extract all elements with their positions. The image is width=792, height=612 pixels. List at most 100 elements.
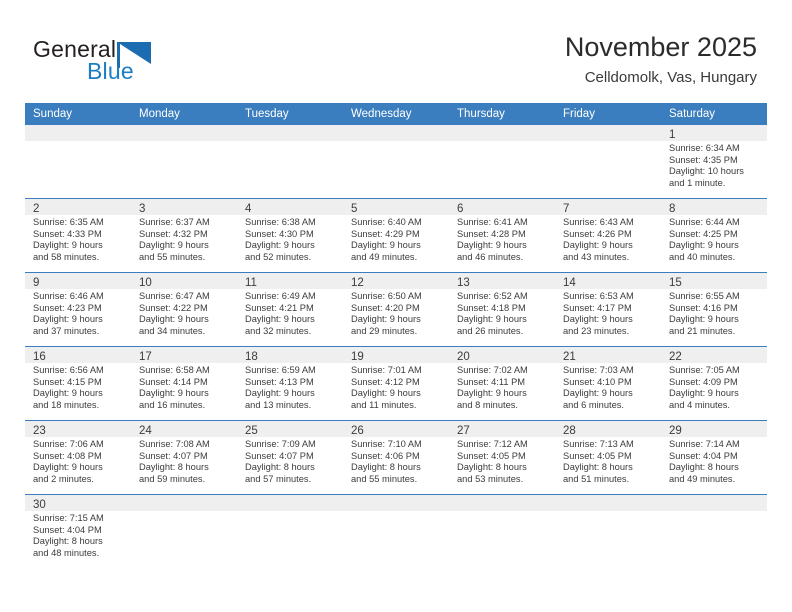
calendar-week-row: 1 Sunrise: 6:34 AM Sunset: 4:35 PM Daylight… xyxy=(25,125,767,199)
daylight-duration-text-line2: and 49 minutes. xyxy=(669,473,736,484)
sunrise-time-text: Sunrise: 6:49 AM xyxy=(245,291,316,301)
sunset-time-text: Sunset: 4:33 PM xyxy=(33,228,102,239)
calendar-day-cell[interactable]: 10 Sunrise: 6:47 AM Sunset: 4:22 PM Dayligh… xyxy=(131,272,237,347)
calendar-day-cell[interactable]: 2 Sunrise: 6:35 AM Sunset: 4:33 PM Daylight… xyxy=(25,198,131,273)
daylight-duration-text-line2: and 53 minutes. xyxy=(457,473,524,484)
sunrise-time-text: Sunrise: 6:34 AM xyxy=(669,143,740,153)
sunrise-time-text: Sunrise: 6:56 AM xyxy=(33,365,104,375)
calendar-day-cell[interactable]: 17 Sunrise: 6:58 AM Sunset: 4:14 PM Dayligh… xyxy=(131,346,237,421)
daylight-duration-text-line1: Daylight: 9 hours xyxy=(33,462,103,473)
day-number-band xyxy=(25,125,131,141)
calendar-day-cell[interactable]: 8 Sunrise: 6:44 AM Sunset: 4:25 PM Daylight… xyxy=(661,198,767,273)
sunrise-time-text: Sunrise: 7:03 AM xyxy=(563,365,634,375)
title-block: November 2025 Celldomolk, Vas, Hungary xyxy=(565,30,757,89)
day-cell-inner: 17 Sunrise: 6:58 AM Sunset: 4:14 PM Dayligh… xyxy=(131,347,237,420)
day-cell-inner: 13 Sunrise: 6:52 AM Sunset: 4:18 PM Dayligh… xyxy=(449,273,555,346)
calendar-day-cell[interactable]: 15 Sunrise: 6:55 AM Sunset: 4:16 PM Dayligh… xyxy=(661,272,767,347)
day-number-band xyxy=(131,495,237,511)
calendar-day-cell[interactable]: 5 Sunrise: 6:40 AM Sunset: 4:29 PM Daylight… xyxy=(343,198,449,273)
day-details: Sunrise: 6:58 AM Sunset: 4:14 PM Daylight:… xyxy=(131,363,237,411)
day-number: 17 xyxy=(139,351,152,363)
sunrise-time-text: Sunrise: 6:44 AM xyxy=(669,217,740,227)
day-number-band xyxy=(555,495,661,511)
sunset-time-text: Sunset: 4:04 PM xyxy=(33,524,102,535)
sunset-time-text: Sunset: 4:32 PM xyxy=(139,228,208,239)
sunrise-time-text: Sunrise: 6:40 AM xyxy=(351,217,422,227)
day-number-band: 22 xyxy=(661,347,767,363)
daylight-duration-text-line1: Daylight: 9 hours xyxy=(457,388,527,399)
calendar-day-cell[interactable]: 9 Sunrise: 6:46 AM Sunset: 4:23 PM Daylight… xyxy=(25,272,131,347)
calendar-day-cell[interactable]: 30 Sunrise: 7:15 AM Sunset: 4:04 PM Dayligh… xyxy=(25,494,131,568)
calendar-day-cell[interactable]: 4 Sunrise: 6:38 AM Sunset: 4:30 PM Daylight… xyxy=(237,198,343,273)
day-cell-inner: 5 Sunrise: 6:40 AM Sunset: 4:29 PM Daylight… xyxy=(343,199,449,272)
general-blue-logo[interactable]: General Blue xyxy=(33,36,263,92)
daylight-duration-text-line2: and 34 minutes. xyxy=(139,325,206,336)
sunrise-time-text: Sunrise: 7:09 AM xyxy=(245,439,316,449)
weekday-header-sunday: Sunday xyxy=(25,103,131,125)
day-details: Sunrise: 6:38 AM Sunset: 4:30 PM Daylight:… xyxy=(237,215,343,263)
day-number-band: 30 xyxy=(25,495,131,511)
sunrise-time-text: Sunrise: 6:58 AM xyxy=(139,365,210,375)
calendar-day-cell[interactable]: 20 Sunrise: 7:02 AM Sunset: 4:11 PM Dayligh… xyxy=(449,346,555,421)
calendar-day-cell[interactable]: 28 Sunrise: 7:13 AM Sunset: 4:05 PM Dayligh… xyxy=(555,420,661,495)
day-number-band: 1 xyxy=(661,125,767,141)
sunset-time-text: Sunset: 4:35 PM xyxy=(669,154,738,165)
calendar-day-cell[interactable]: 26 Sunrise: 7:10 AM Sunset: 4:06 PM Dayligh… xyxy=(343,420,449,495)
sunrise-time-text: Sunrise: 7:01 AM xyxy=(351,365,422,375)
day-cell-inner: 6 Sunrise: 6:41 AM Sunset: 4:28 PM Daylight… xyxy=(449,199,555,272)
calendar-day-cell[interactable]: 29 Sunrise: 7:14 AM Sunset: 4:04 PM Dayligh… xyxy=(661,420,767,495)
daylight-duration-text-line2: and 8 minutes. xyxy=(457,399,518,410)
calendar-day-cell[interactable]: 22 Sunrise: 7:05 AM Sunset: 4:09 PM Dayligh… xyxy=(661,346,767,421)
calendar-day-cell[interactable]: 21 Sunrise: 7:03 AM Sunset: 4:10 PM Dayligh… xyxy=(555,346,661,421)
daylight-duration-text-line2: and 58 minutes. xyxy=(33,251,100,262)
day-details: Sunrise: 6:52 AM Sunset: 4:18 PM Daylight:… xyxy=(449,289,555,337)
day-cell-inner: 2 Sunrise: 6:35 AM Sunset: 4:33 PM Daylight… xyxy=(25,199,131,272)
sunset-time-text: Sunset: 4:26 PM xyxy=(563,228,632,239)
calendar-day-cell[interactable]: 11 Sunrise: 6:49 AM Sunset: 4:21 PM Dayligh… xyxy=(237,272,343,347)
day-details: Sunrise: 7:12 AM Sunset: 4:05 PM Daylight:… xyxy=(449,437,555,485)
day-cell-inner: 3 Sunrise: 6:37 AM Sunset: 4:32 PM Daylight… xyxy=(131,199,237,272)
daylight-duration-text-line1: Daylight: 9 hours xyxy=(563,314,633,325)
calendar-day-cell[interactable]: 19 Sunrise: 7:01 AM Sunset: 4:12 PM Dayligh… xyxy=(343,346,449,421)
day-number-band: 27 xyxy=(449,421,555,437)
calendar-day-cell-empty xyxy=(25,125,131,199)
day-number-band: 21 xyxy=(555,347,661,363)
calendar-day-cell[interactable]: 24 Sunrise: 7:08 AM Sunset: 4:07 PM Dayligh… xyxy=(131,420,237,495)
day-number: 16 xyxy=(33,351,46,363)
sunset-time-text: Sunset: 4:17 PM xyxy=(563,302,632,313)
sunset-time-text: Sunset: 4:14 PM xyxy=(139,376,208,387)
day-details: Sunrise: 6:49 AM Sunset: 4:21 PM Daylight:… xyxy=(237,289,343,337)
daylight-duration-text-line2: and 52 minutes. xyxy=(245,251,312,262)
sunset-time-text: Sunset: 4:25 PM xyxy=(669,228,738,239)
day-number-band: 18 xyxy=(237,347,343,363)
calendar-day-cell[interactable]: 13 Sunrise: 6:52 AM Sunset: 4:18 PM Dayligh… xyxy=(449,272,555,347)
sunset-time-text: Sunset: 4:23 PM xyxy=(33,302,102,313)
calendar-day-cell[interactable]: 7 Sunrise: 6:43 AM Sunset: 4:26 PM Daylight… xyxy=(555,198,661,273)
day-cell-inner xyxy=(237,125,343,198)
calendar-day-cell[interactable]: 25 Sunrise: 7:09 AM Sunset: 4:07 PM Dayligh… xyxy=(237,420,343,495)
calendar-day-cell[interactable]: 6 Sunrise: 6:41 AM Sunset: 4:28 PM Daylight… xyxy=(449,198,555,273)
daylight-duration-text-line2: and 4 minutes. xyxy=(669,399,730,410)
day-details: Sunrise: 6:55 AM Sunset: 4:16 PM Daylight:… xyxy=(661,289,767,337)
calendar-day-cell[interactable]: 1 Sunrise: 6:34 AM Sunset: 4:35 PM Daylight… xyxy=(661,125,767,199)
calendar-day-cell[interactable]: 14 Sunrise: 6:53 AM Sunset: 4:17 PM Dayligh… xyxy=(555,272,661,347)
day-cell-inner: 28 Sunrise: 7:13 AM Sunset: 4:05 PM Dayligh… xyxy=(555,421,661,494)
weekday-header-wednesday: Wednesday xyxy=(343,103,449,125)
day-cell-inner xyxy=(555,495,661,568)
day-number: 27 xyxy=(457,425,470,437)
calendar-day-cell[interactable]: 18 Sunrise: 6:59 AM Sunset: 4:13 PM Dayligh… xyxy=(237,346,343,421)
day-number: 21 xyxy=(563,351,576,363)
daylight-duration-text-line1: Daylight: 8 hours xyxy=(245,462,315,473)
calendar-day-cell[interactable]: 27 Sunrise: 7:12 AM Sunset: 4:05 PM Dayligh… xyxy=(449,420,555,495)
calendar-day-cell[interactable]: 23 Sunrise: 7:06 AM Sunset: 4:08 PM Dayligh… xyxy=(25,420,131,495)
day-cell-inner: 4 Sunrise: 6:38 AM Sunset: 4:30 PM Daylight… xyxy=(237,199,343,272)
weekday-header-friday: Friday xyxy=(555,103,661,125)
daylight-duration-text-line2: and 51 minutes. xyxy=(563,473,630,484)
day-number: 12 xyxy=(351,277,364,289)
daylight-duration-text-line2: and 55 minutes. xyxy=(351,473,418,484)
calendar-day-cell[interactable]: 12 Sunrise: 6:50 AM Sunset: 4:20 PM Dayligh… xyxy=(343,272,449,347)
calendar-day-cell[interactable]: 3 Sunrise: 6:37 AM Sunset: 4:32 PM Daylight… xyxy=(131,198,237,273)
day-number-band: 15 xyxy=(661,273,767,289)
sunrise-time-text: Sunrise: 7:12 AM xyxy=(457,439,528,449)
calendar-day-cell[interactable]: 16 Sunrise: 6:56 AM Sunset: 4:15 PM Dayligh… xyxy=(25,346,131,421)
